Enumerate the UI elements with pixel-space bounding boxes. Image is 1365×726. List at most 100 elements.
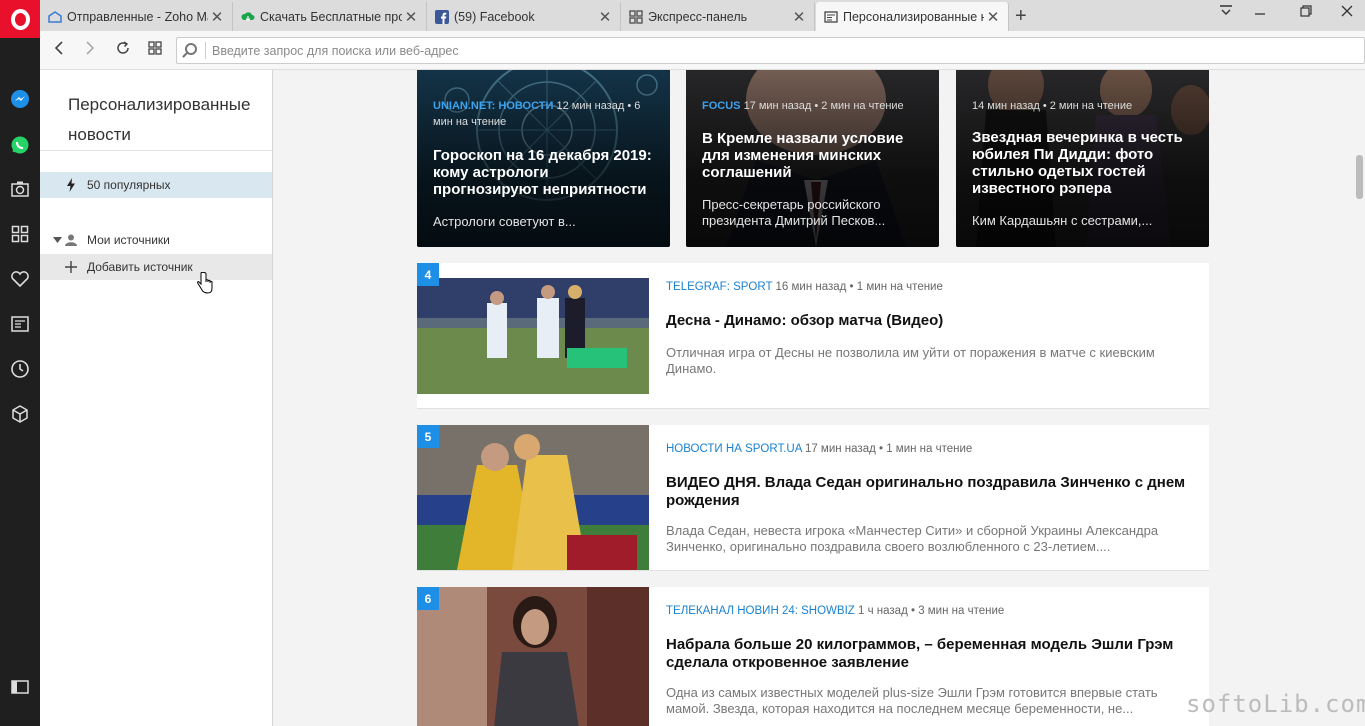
news-card[interactable]: 14 мин назад • 2 мин на чтение Звездная … <box>956 70 1209 247</box>
close-icon[interactable]: ✕ <box>984 8 1002 26</box>
row-time: 1 ч назад • 3 мин на чтение <box>858 605 1005 617</box>
watermark: softoLib.com <box>1186 690 1365 718</box>
tab-personalized-news[interactable]: Персонализированные н ✕ <box>816 2 1009 31</box>
tab-title: (59) Facebook <box>454 9 535 24</box>
row-source[interactable]: НОВОСТИ НА SPORT.UA <box>666 443 802 455</box>
close-icon[interactable]: ✕ <box>208 8 226 26</box>
row-title[interactable]: Десна - Динамо: обзор матча (Видео) <box>666 312 1196 330</box>
camera-icon[interactable] <box>9 178 31 200</box>
card-title[interactable]: Звездная вечеринка в честь юбилея Пи Дид… <box>972 129 1195 197</box>
sidebar-toggle-icon[interactable] <box>9 676 31 698</box>
new-tab-plus-icon[interactable]: + <box>1015 5 1027 28</box>
card-description: Ким Кардашьян с сестрами,... <box>972 213 1153 228</box>
row-meta: TELEGRAF: SPORT 16 мин назад • 1 мин на … <box>666 281 943 293</box>
panel-item-popular[interactable]: 50 популярных <box>40 172 272 198</box>
row-time: 17 мин назад • 1 мин на чтение <box>804 443 973 455</box>
panel-item-label: Добавить источник <box>87 260 193 274</box>
whatsapp-icon[interactable] <box>9 134 31 156</box>
row-source[interactable]: ТЕЛЕКАНАЛ НОВИН 24: SHOWBIZ <box>666 605 855 617</box>
row-time: 16 мин назад • 1 мин на чтение <box>775 281 943 293</box>
news-sidebar-icon[interactable] <box>9 313 31 335</box>
reload-icon[interactable] <box>112 40 134 61</box>
close-icon[interactable]: ✕ <box>790 8 808 26</box>
address-toolbar <box>40 31 1365 70</box>
row-thumbnail[interactable] <box>417 425 649 570</box>
tab-menu-icon[interactable] <box>1211 4 1241 23</box>
sidebar <box>0 38 40 726</box>
close-icon[interactable]: ✕ <box>402 8 420 26</box>
opera-menu-button[interactable] <box>0 0 40 38</box>
card-time: 14 мин назад • 2 мин на чтение <box>972 100 1133 112</box>
tab-speed-dial[interactable]: Экспресс-панель ✕ <box>621 2 815 31</box>
panel-item-my-sources[interactable]: Мои источники <box>40 227 272 253</box>
news-card[interactable]: UNIAN.NET: НОВОСТИ 12 мин назад • 6 мин … <box>417 70 670 247</box>
panel-item-label: 50 популярных <box>87 178 171 192</box>
window-close-icon[interactable] <box>1332 4 1362 23</box>
card-source[interactable]: FOCUS <box>702 100 741 112</box>
news-feed[interactable]: UNIAN.NET: НОВОСТИ 12 мин назад • 6 мин … <box>273 70 1353 726</box>
row-thumbnail[interactable] <box>417 278 649 394</box>
tab-facebook[interactable]: (59) Facebook ✕ <box>427 2 621 31</box>
tab-zoho-mail[interactable]: Отправленные - Zoho Ma ✕ <box>40 2 233 31</box>
news-panel: Персонализированные новости 50 популярны… <box>40 70 273 726</box>
hand-cursor-icon <box>197 271 213 301</box>
card-time: 17 мин назад • 2 мин на чтение <box>743 100 904 112</box>
card-title[interactable]: В Кремле назвали условие для изменения м… <box>702 130 925 181</box>
opera-logo-icon <box>10 8 30 30</box>
tab-title: Скачать Бесплатные прог <box>260 9 402 24</box>
card-meta: FOCUS 17 мин назад • 2 мин на чтение <box>702 98 927 114</box>
news-row[interactable]: 5 НОВОСТИ НА SPORT.UA 17 мин назад • 1 м… <box>417 425 1209 571</box>
back-icon[interactable] <box>48 40 70 61</box>
news-row[interactable]: 6 ТЕЛЕКАНАЛ НОВИН 24: SHOWBIZ 1 ч назад … <box>417 587 1209 726</box>
messenger-icon[interactable] <box>9 88 31 110</box>
card-meta: UNIAN.NET: НОВОСТИ 12 мин назад • 6 мин … <box>433 98 658 130</box>
close-icon[interactable]: ✕ <box>596 8 614 26</box>
card-meta: 14 мин назад • 2 мин на чтение <box>972 98 1197 114</box>
tab-title: Экспресс-панель <box>648 9 748 24</box>
panel-item-add-source[interactable]: Добавить источник <box>40 254 272 280</box>
divider <box>40 150 272 151</box>
forward-icon[interactable] <box>79 40 101 61</box>
row-title[interactable]: Набрала больше 20 килограммов, – беремен… <box>666 636 1196 672</box>
plus-icon <box>65 261 77 273</box>
news-card[interactable]: FOCUS 17 мин назад • 2 мин на чтение В К… <box>686 70 939 247</box>
card-source[interactable]: UNIAN.NET: НОВОСТИ <box>433 100 553 112</box>
minimize-icon[interactable] <box>1245 4 1275 23</box>
card-description: Пресс-секретарь российского президента Д… <box>702 197 886 228</box>
scrollbar-thumb[interactable] <box>1356 155 1363 199</box>
facebook-icon <box>435 9 449 24</box>
row-title[interactable]: ВИДЕО ДНЯ. Влада Седан оригинально поздр… <box>666 474 1196 510</box>
rank-badge: 4 <box>417 263 439 286</box>
row-description: Одна из самых известных моделей plus-siz… <box>666 685 1158 716</box>
download-cloud-icon <box>241 10 255 24</box>
card-title[interactable]: Гороскоп на 16 декабря 2019: кому астрол… <box>433 147 656 198</box>
tab-title: Отправленные - Zoho Ma <box>67 9 208 24</box>
row-description: Влада Седан, невеста игрока «Манчестер С… <box>666 523 1159 554</box>
card-description: Астрологи советуют в... <box>433 214 576 229</box>
speed-dial-icon <box>629 9 643 24</box>
row-thumbnail[interactable] <box>417 587 649 726</box>
panel-title: Персонализированные новости <box>68 95 251 144</box>
chevron-down-icon[interactable] <box>51 234 63 246</box>
address-field[interactable] <box>176 37 1365 64</box>
extensions-cube-icon[interactable] <box>9 403 31 425</box>
history-clock-icon[interactable] <box>9 358 31 380</box>
person-icon <box>65 234 77 246</box>
tab-bar: Отправленные - Zoho Ma ✕ Скачать Бесплат… <box>0 0 1365 31</box>
speed-dial-sidebar-icon[interactable] <box>9 223 31 245</box>
speed-dial-grid-icon[interactable] <box>144 40 166 60</box>
news-row[interactable]: 4 TELEGRAF: SPORT 16 мин назад • 1 мин н… <box>417 263 1209 409</box>
tab-softolib[interactable]: Скачать Бесплатные прог ✕ <box>233 2 427 31</box>
search-input[interactable] <box>212 41 1352 60</box>
panel-item-label: Мои источники <box>87 233 170 247</box>
restore-icon[interactable] <box>1291 4 1321 23</box>
row-meta: НОВОСТИ НА SPORT.UA 17 мин назад • 1 мин… <box>666 443 972 455</box>
row-source[interactable]: TELEGRAF: SPORT <box>666 281 772 293</box>
rank-badge: 5 <box>417 425 439 448</box>
zoho-mail-icon <box>48 10 62 24</box>
heart-icon[interactable] <box>9 268 31 290</box>
row-meta: ТЕЛЕКАНАЛ НОВИН 24: SHOWBIZ 1 ч назад • … <box>666 605 1004 617</box>
rank-badge: 6 <box>417 587 439 610</box>
row-description: Отличная игра от Десны не позволила им у… <box>666 345 1155 376</box>
news-icon <box>824 10 838 24</box>
